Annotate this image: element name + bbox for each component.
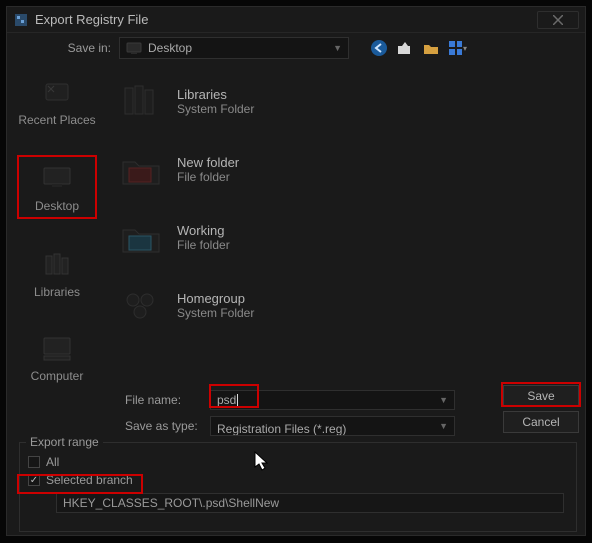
libraries-icon bbox=[117, 77, 165, 125]
export-registry-dialog: Export Registry File Save in: Desktop ▼ bbox=[6, 6, 586, 536]
item-name: Homegroup bbox=[177, 291, 254, 306]
sidebar-item-computer[interactable]: Computer bbox=[17, 327, 97, 387]
text-caret bbox=[237, 394, 238, 407]
folder-icon bbox=[117, 213, 165, 261]
branch-path-value: HKEY_CLASSES_ROOT\.psd\ShellNew bbox=[63, 496, 279, 510]
homegroup-icon bbox=[117, 281, 165, 329]
desktop-icon bbox=[126, 40, 142, 56]
checkbox-selected[interactable]: ✓ bbox=[28, 474, 40, 486]
filetype-label: Save as type: bbox=[125, 419, 200, 433]
sidebar-item-label: Libraries bbox=[34, 285, 80, 299]
desktop-icon bbox=[37, 161, 77, 195]
filename-label: File name: bbox=[125, 393, 200, 407]
option-selected-label: Selected branch bbox=[46, 473, 133, 487]
option-selected-branch[interactable]: ✓ Selected branch bbox=[28, 471, 570, 489]
app-icon bbox=[13, 12, 29, 28]
list-item[interactable]: New folder File folder bbox=[117, 139, 575, 199]
filetype-combo[interactable]: Registration Files (*.reg) ▼ bbox=[210, 416, 455, 436]
item-type: System Folder bbox=[177, 306, 254, 320]
up-level-button[interactable] bbox=[395, 38, 415, 58]
item-type: System Folder bbox=[177, 102, 254, 116]
computer-icon bbox=[37, 331, 77, 365]
back-button[interactable] bbox=[369, 38, 389, 58]
save-in-label: Save in: bbox=[57, 41, 111, 55]
item-name: New folder bbox=[177, 155, 239, 170]
chevron-down-icon: ▼ bbox=[439, 395, 448, 405]
sidebar-item-label: Computer bbox=[31, 369, 84, 383]
list-item[interactable]: Working File folder bbox=[117, 207, 575, 267]
sidebar-item-libraries[interactable]: Libraries bbox=[17, 243, 97, 303]
new-folder-button[interactable] bbox=[421, 38, 441, 58]
view-icon bbox=[447, 39, 462, 57]
new-folder-icon bbox=[422, 39, 440, 57]
sidebar-item-recent[interactable]: Recent Places bbox=[17, 71, 97, 131]
libraries-icon bbox=[37, 247, 77, 281]
export-range-group: Export range All ✓ Selected branch HKEY_… bbox=[19, 442, 577, 532]
save-in-row: Save in: Desktop ▼ ▾ bbox=[7, 33, 585, 63]
sidebar-item-label: Desktop bbox=[35, 199, 79, 213]
list-item[interactable]: Libraries System Folder bbox=[117, 71, 575, 131]
sidebar-item-desktop[interactable]: Desktop bbox=[17, 155, 97, 219]
sidebar-item-label: Recent Places bbox=[18, 113, 95, 127]
chevron-down-icon: ▼ bbox=[333, 43, 342, 53]
checkbox-all[interactable] bbox=[28, 456, 40, 468]
chevron-down-icon: ▾ bbox=[463, 44, 467, 53]
recent-places-icon bbox=[37, 75, 77, 109]
filetype-value: Registration Files (*.reg) bbox=[217, 422, 346, 436]
filename-input[interactable]: psd ▼ bbox=[210, 390, 455, 410]
cancel-button[interactable]: Cancel bbox=[503, 411, 579, 433]
save-button[interactable]: Save bbox=[503, 385, 579, 407]
places-sidebar: Recent Places Desktop Libraries Computer bbox=[7, 63, 107, 421]
branch-path-input[interactable]: HKEY_CLASSES_ROOT\.psd\ShellNew bbox=[56, 493, 564, 513]
folder-icon bbox=[117, 145, 165, 193]
export-range-legend: Export range bbox=[26, 435, 103, 449]
folder-up-icon bbox=[396, 39, 414, 57]
item-type: File folder bbox=[177, 170, 239, 184]
item-type: File folder bbox=[177, 238, 230, 252]
option-all[interactable]: All bbox=[28, 453, 570, 471]
chevron-down-icon: ▼ bbox=[439, 421, 448, 431]
view-menu-button[interactable]: ▾ bbox=[447, 38, 467, 58]
item-name: Working bbox=[177, 223, 230, 238]
save-in-combo[interactable]: Desktop ▼ bbox=[119, 37, 349, 59]
back-arrow-icon bbox=[370, 39, 388, 57]
list-item[interactable]: Homegroup System Folder bbox=[117, 275, 575, 335]
titlebar: Export Registry File bbox=[7, 7, 585, 33]
save-in-value: Desktop bbox=[148, 41, 192, 55]
item-name: Libraries bbox=[177, 87, 254, 102]
close-button[interactable] bbox=[537, 11, 579, 29]
file-list[interactable]: Libraries System Folder New folder File … bbox=[107, 63, 585, 421]
close-icon bbox=[553, 15, 563, 25]
option-all-label: All bbox=[46, 455, 59, 469]
filename-value: psd bbox=[217, 393, 236, 407]
dialog-title: Export Registry File bbox=[35, 12, 537, 27]
